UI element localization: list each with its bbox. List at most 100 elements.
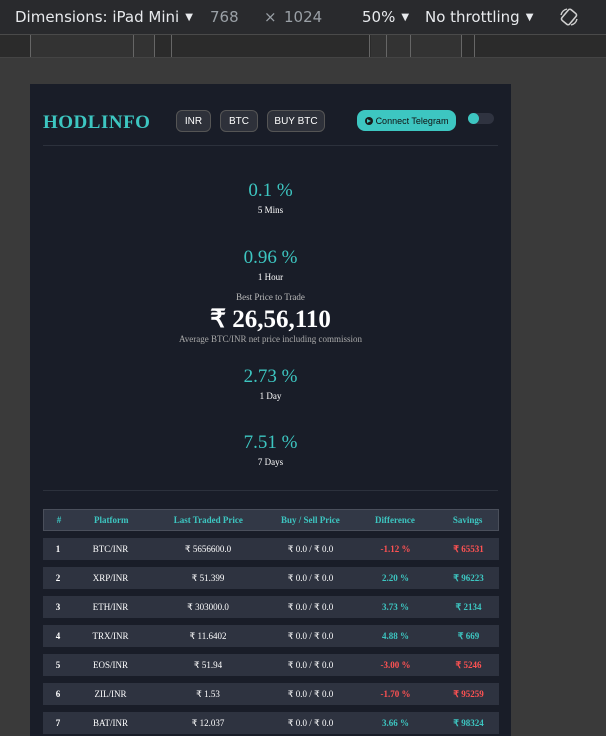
site-header: HODLINFO INR BTC BUY BTC Connect Telegra…	[43, 110, 498, 146]
difference-cell: 3.66 %	[382, 718, 409, 728]
table-row[interactable]: 5 EOS/INR ₹ 51.94 ₹ 0.0 / ₹ 0.0 -3.00 % ₹ 524…	[43, 654, 499, 676]
toggle-knob	[468, 113, 479, 124]
table-row[interactable]: 4 TRX/INR ₹ 11.6402 ₹ 0.0 / ₹ 0.0 4.88 % ₹ 66…	[43, 625, 499, 647]
best-price-title: Best Price to Trade	[236, 292, 305, 302]
col-last-traded: Last Traded Price	[173, 515, 243, 525]
rank-cell: 3	[55, 602, 61, 612]
stat-label: 7 Days	[257, 457, 284, 467]
stat-percent: 2.73 %	[243, 366, 298, 387]
col-savings: Savings	[452, 515, 483, 525]
table-row[interactable]: 3 ETH/INR ₹ 303000.0 ₹ 0.0 / ₹ 0.0 3.73 % ₹ 2…	[43, 596, 499, 618]
width-input[interactable]: 768	[210, 8, 239, 26]
platform-cell: BAT/INR	[92, 718, 128, 728]
media-query-ruler	[0, 35, 606, 58]
col-platform: Platform	[93, 515, 129, 525]
stat-7-days: 7.51 % 7 Days	[30, 432, 511, 467]
savings-cell: ₹ 98324	[453, 717, 484, 728]
buy-sell-cell: ₹ 0.0 / ₹ 0.0	[287, 601, 334, 612]
zoom-label: 50%	[362, 8, 396, 26]
table-row[interactable]: 2 XRP/INR ₹ 51.399 ₹ 0.0 / ₹ 0.0 2.20 % ₹ 962…	[43, 567, 499, 589]
stat-label: 1 Day	[259, 391, 282, 401]
telegram-icon	[364, 116, 373, 125]
difference-cell: 3.73 %	[382, 602, 409, 612]
theme-toggle[interactable]	[468, 113, 494, 124]
savings-cell: ₹ 65531	[453, 543, 484, 554]
best-price-subtitle: Average BTC/INR net price including comm…	[178, 334, 363, 344]
stat-percent: 0.1 %	[248, 180, 293, 201]
rotate-icon[interactable]	[558, 6, 580, 32]
buy-sell-cell: ₹ 0.0 / ₹ 0.0	[287, 543, 334, 554]
throttling-select[interactable]: No throttling ▼	[425, 8, 533, 26]
buy-sell-cell: ₹ 0.0 / ₹ 0.0	[287, 717, 334, 728]
telegram-label: Connect Telegram	[375, 115, 449, 126]
exchange-table: # Platform Last Traded Price Buy / Sell …	[43, 509, 499, 734]
connect-telegram-button[interactable]: Connect Telegram	[357, 110, 456, 131]
platform-cell: ZIL/INR	[94, 689, 127, 699]
col-buy-sell: Buy / Sell Price	[280, 515, 340, 525]
savings-cell: ₹ 95259	[453, 688, 484, 699]
devtools-device-toolbar: Dimensions: iPad Mini ▼ 768 × 1024 50% ▼…	[0, 0, 606, 35]
col-difference: Difference	[375, 515, 415, 525]
divider	[43, 490, 498, 491]
coin-select[interactable]: BTC	[220, 110, 258, 132]
rank-cell: 6	[55, 689, 61, 699]
device-label: Dimensions: iPad Mini	[15, 8, 180, 26]
table-row[interactable]: 1 BTC/INR ₹ 5656600.0 ₹ 0.0 / ₹ 0.0 -1.12 % ₹…	[43, 538, 499, 560]
table-row[interactable]: 7 BAT/INR ₹ 12.037 ₹ 0.0 / ₹ 0.0 3.66 % ₹ 983…	[43, 712, 499, 734]
last-traded-cell: ₹ 51.399	[191, 572, 225, 583]
stat-5-mins: 0.1 % 5 Mins	[30, 180, 511, 215]
difference-cell: 4.88 %	[382, 631, 409, 641]
caret-down-icon: ▼	[185, 11, 193, 23]
height-input[interactable]: 1024	[284, 8, 322, 26]
platform-cell: TRX/INR	[92, 631, 129, 641]
savings-cell: ₹ 2134	[455, 601, 482, 612]
difference-cell: 2.20 %	[382, 573, 409, 583]
savings-cell: ₹ 96223	[453, 572, 484, 583]
rank-cell: 5	[55, 660, 61, 670]
divider	[43, 145, 498, 146]
last-traded-cell: ₹ 51.94	[193, 659, 223, 670]
stat-label: 1 Hour	[257, 272, 284, 282]
difference-cell: -3.00 %	[380, 660, 411, 670]
caret-down-icon: ▼	[401, 11, 410, 23]
table-row[interactable]: 6 ZIL/INR ₹ 1.53 ₹ 0.0 / ₹ 0.0 -1.70 % ₹ 9525…	[43, 683, 499, 705]
times-icon: ×	[264, 8, 277, 26]
platform-cell: ETH/INR	[92, 602, 129, 612]
last-traded-cell: ₹ 303000.0	[187, 601, 229, 612]
rank-cell: 1	[55, 544, 61, 554]
savings-cell: ₹ 669	[457, 630, 480, 641]
currency-select[interactable]: INR	[176, 110, 211, 132]
last-traded-cell: ₹ 12.037	[191, 717, 225, 728]
throttling-label: No throttling	[425, 8, 520, 26]
buy-sell-cell: ₹ 0.0 / ₹ 0.0	[287, 572, 334, 583]
buy-sell-cell: ₹ 0.0 / ₹ 0.0	[287, 659, 334, 670]
buy-btc-button[interactable]: BUY BTC	[267, 110, 325, 132]
zoom-select[interactable]: 50% ▼	[362, 8, 409, 26]
buy-sell-cell: ₹ 0.0 / ₹ 0.0	[287, 688, 334, 699]
difference-cell: -1.70 %	[380, 689, 411, 699]
device-select[interactable]: Dimensions: iPad Mini ▼	[15, 8, 193, 26]
best-price-value: ₹ 26,56,110	[210, 306, 331, 333]
rank-cell: 2	[55, 573, 61, 583]
site-logo[interactable]: HODLINFO	[43, 112, 150, 134]
emulated-page: HODLINFO INR BTC BUY BTC Connect Telegra…	[30, 84, 511, 736]
stat-percent: 0.96 %	[243, 247, 298, 268]
col-rank: #	[56, 515, 62, 525]
stat-percent: 7.51 %	[243, 432, 298, 453]
platform-cell: XRP/INR	[92, 573, 129, 583]
platform-cell: BTC/INR	[92, 544, 129, 554]
rank-cell: 4	[55, 631, 61, 641]
last-traded-cell: ₹ 11.6402	[189, 630, 227, 641]
stat-1-hour: 0.96 % 1 Hour	[30, 247, 511, 282]
stat-1-day: 2.73 % 1 Day	[30, 366, 511, 401]
last-traded-cell: ₹ 1.53	[196, 688, 220, 699]
table-header: # Platform Last Traded Price Buy / Sell …	[43, 509, 499, 531]
platform-cell: EOS/INR	[92, 660, 128, 670]
table-body: 1 BTC/INR ₹ 5656600.0 ₹ 0.0 / ₹ 0.0 -1.12 % ₹…	[43, 538, 499, 734]
buy-sell-cell: ₹ 0.0 / ₹ 0.0	[287, 630, 334, 641]
best-price-block: Best Price to Trade ₹ 26,56,110 Average …	[30, 292, 511, 344]
difference-cell: -1.12 %	[380, 544, 411, 554]
last-traded-cell: ₹ 5656600.0	[184, 543, 232, 554]
rank-cell: 7	[55, 718, 61, 728]
caret-down-icon: ▼	[525, 11, 534, 23]
